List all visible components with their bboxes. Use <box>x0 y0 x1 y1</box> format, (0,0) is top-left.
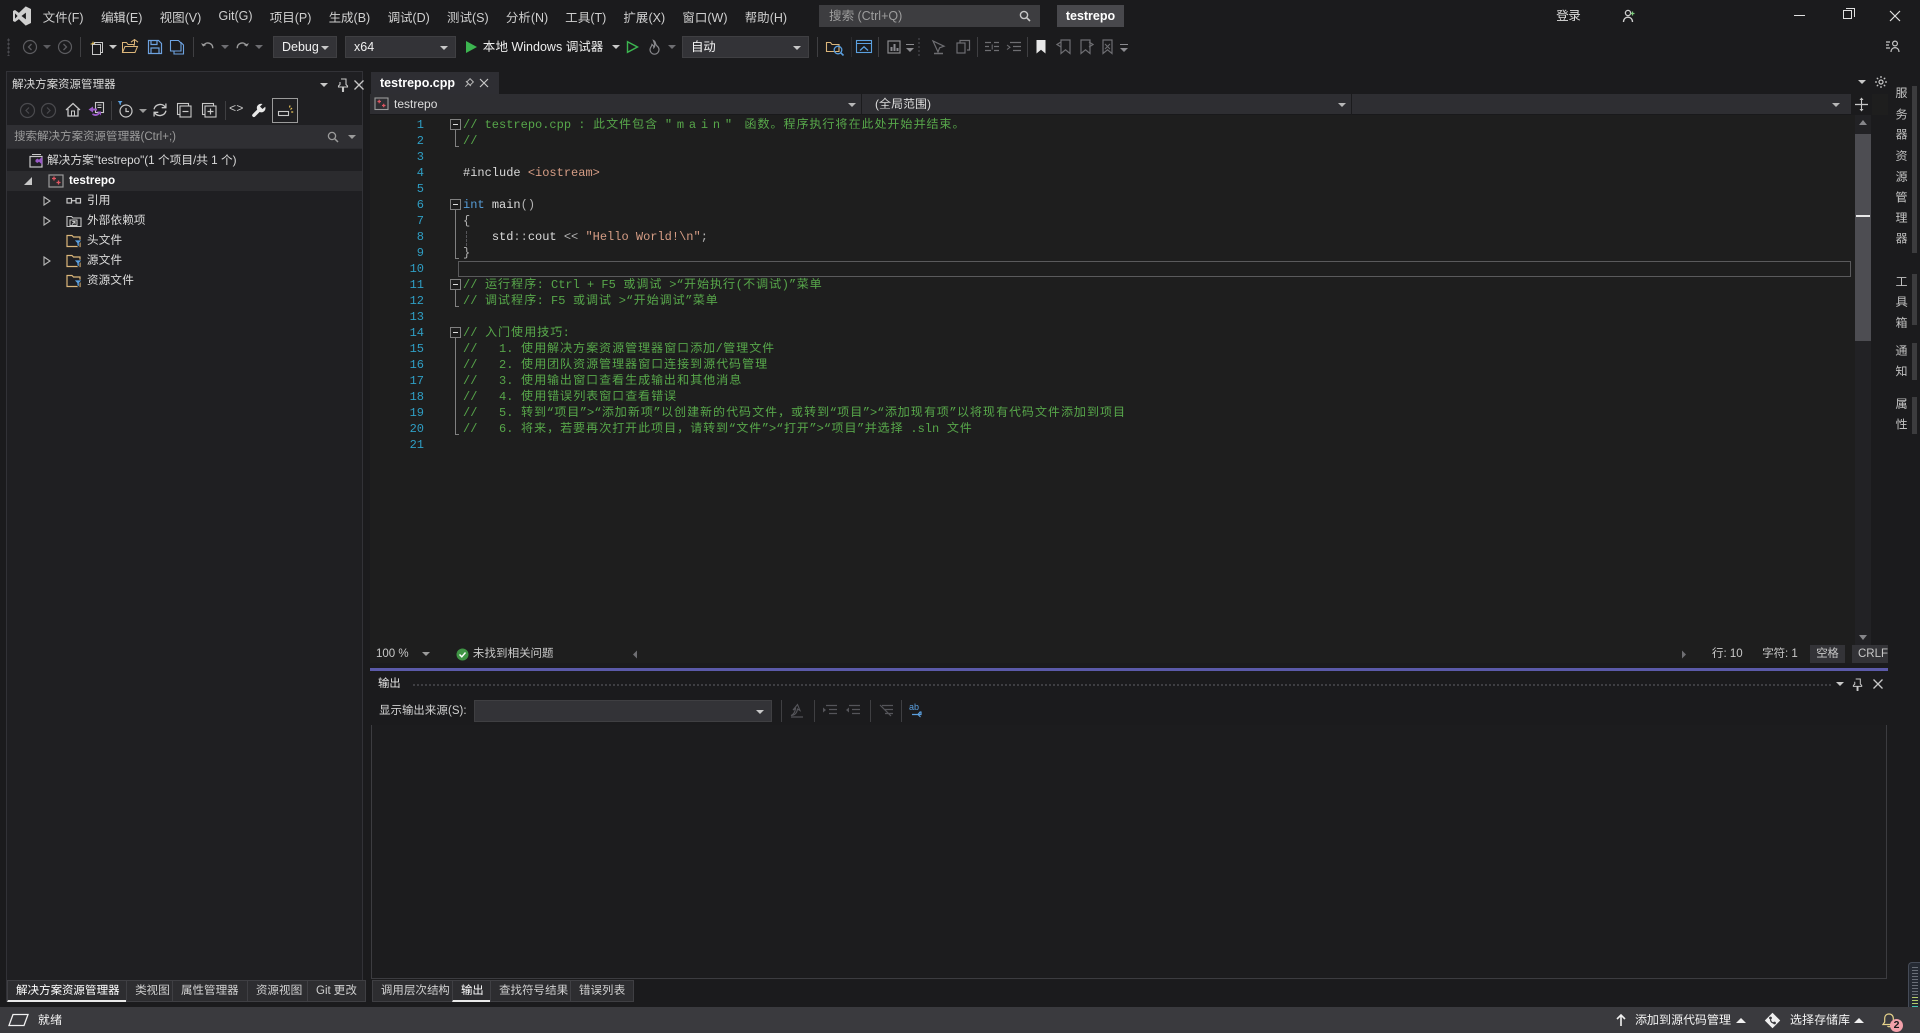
svg-text:ab: ab <box>909 702 919 712</box>
